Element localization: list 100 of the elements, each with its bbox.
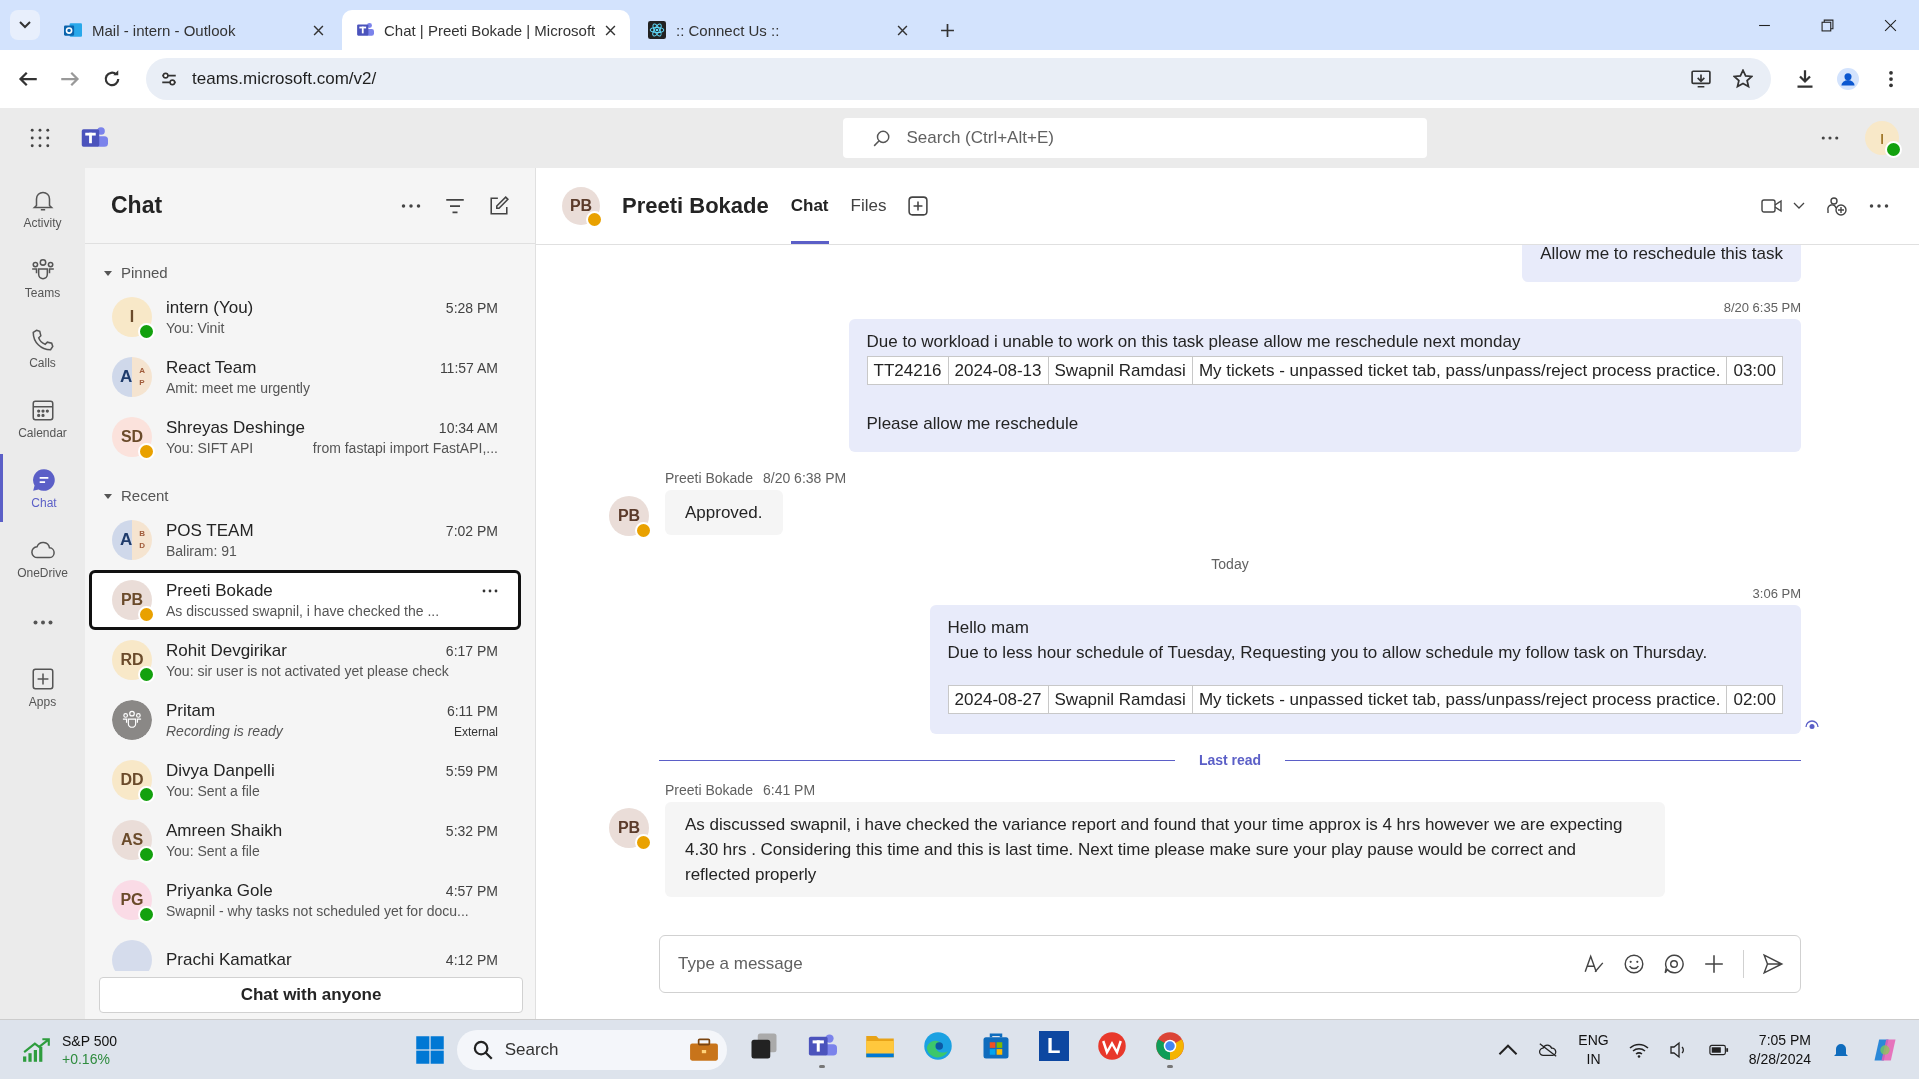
search-input[interactable]: Search (Ctrl+Alt+E) xyxy=(904,127,1409,149)
chat-list-item[interactable]: RD Rohit Devgirikar 6:17 PM You: sir user is not activated yet please check xyxy=(89,630,521,690)
date-divider: Today xyxy=(1211,556,1249,572)
mail-app-icon xyxy=(64,21,82,39)
avatar: SD xyxy=(112,417,152,457)
contact-name: React Team xyxy=(166,358,258,378)
chat-list-item[interactable]: Pritam 6:11 PM Recording is ready External xyxy=(89,690,521,750)
emoji-icon[interactable] xyxy=(1623,953,1645,975)
timestamp: 5:28 PM xyxy=(445,300,498,316)
avatar: PB xyxy=(609,808,649,848)
user-avatar[interactable]: I xyxy=(1865,121,1899,155)
add-people-icon[interactable] xyxy=(1827,196,1847,216)
chat-tab[interactable]: Files xyxy=(850,168,887,244)
tab-title: Chat | Preeti Bokade | Microsoft xyxy=(384,21,595,39)
send-icon[interactable] xyxy=(1762,953,1784,975)
contact-name: Shreyas Deshinge xyxy=(166,418,306,438)
chat-list-item[interactable]: SD Shreyas Deshinge 10:34 AM You: SIFT API from fastapi import FastAPI,... xyxy=(89,407,521,467)
chat-title: Preeti Bokade xyxy=(622,193,769,219)
chrome-icon[interactable] xyxy=(1154,1031,1185,1061)
browser-tab[interactable]: :: Connect Us :: xyxy=(634,10,922,50)
timestamp: 5:59 PM xyxy=(445,763,498,779)
nav-rail-item[interactable]: OneDrive xyxy=(0,524,85,592)
sender-name: Preeti Bokade xyxy=(665,782,753,798)
stock-name: S&P 500 xyxy=(62,1031,117,1050)
more-options-icon[interactable] xyxy=(482,589,498,593)
start-icon[interactable] xyxy=(414,1034,445,1065)
chat-list-item[interactable]: DD Divya Danpelli 5:59 PM You: Sent a file xyxy=(89,750,521,810)
message-text: Please allow me reschedule xyxy=(866,413,1080,435)
chat-with-anyone-button[interactable]: Chat with anyone xyxy=(99,977,523,1013)
stock-chart-icon xyxy=(22,1036,52,1063)
language-text[interactable]: ENG xyxy=(1578,1030,1609,1050)
add-icon[interactable] xyxy=(1703,953,1725,975)
avatar: PG xyxy=(112,880,152,920)
nav-rail-item[interactable]: Activity xyxy=(0,174,85,242)
contact-name: intern (You) xyxy=(166,298,255,318)
briefcase-icon xyxy=(688,1037,719,1062)
format-icon[interactable] xyxy=(1583,953,1605,975)
group-avatar-icon xyxy=(112,700,152,740)
add-tab-icon[interactable] xyxy=(908,196,929,216)
close-icon[interactable] xyxy=(1884,19,1897,32)
timestamp: 4:12 PM xyxy=(445,952,498,968)
timestamp: 5:32 PM xyxy=(445,823,498,839)
message-preview: Baliram: 91 xyxy=(166,543,238,559)
app-letter-icon[interactable]: L xyxy=(1038,1031,1069,1061)
video-call-icon[interactable] xyxy=(1761,196,1783,216)
more-apps-icon[interactable] xyxy=(32,620,53,625)
nav-rail-item[interactable]: Apps xyxy=(0,653,85,721)
table-cell: Swapnil Ramdasi xyxy=(1048,685,1193,714)
browser-tab[interactable]: Chat | Preeti Bokade | Microsoft xyxy=(342,10,630,50)
close-icon[interactable] xyxy=(605,24,616,36)
browser-tab[interactable]: Mail - intern - Outlook xyxy=(50,10,338,50)
search-bar[interactable]: Search (Ctrl+Alt+E) xyxy=(842,118,1427,158)
section-header[interactable]: Pinned xyxy=(89,244,521,287)
app-launcher-icon[interactable] xyxy=(30,128,50,148)
avatar: AS xyxy=(112,820,152,860)
section-header[interactable]: Recent xyxy=(89,467,521,510)
avatar: PB xyxy=(609,496,649,536)
search-input[interactable]: Search xyxy=(502,1038,679,1061)
nav-rail-item[interactable]: Calls xyxy=(0,314,85,382)
chat-list-item[interactable]: PB Preeti Bokade As discussed swapnil, i have checked the ... xyxy=(89,570,521,630)
restore-icon[interactable] xyxy=(1821,19,1834,32)
message-preview: You: sir user is not activated yet please check xyxy=(166,663,450,679)
message-preview: from fastapi import FastAPI,... xyxy=(312,440,498,456)
tab-search-button[interactable] xyxy=(10,10,40,40)
compose-icon[interactable] xyxy=(489,195,509,216)
url-text: teams.microsoft.com/v2/ xyxy=(192,69,377,89)
timestamp: 6:11 PM xyxy=(446,703,498,719)
message-text: Hello mam xyxy=(947,617,1030,639)
clock-date[interactable]: 8/28/2024 xyxy=(1748,1049,1811,1069)
new-tab-icon[interactable] xyxy=(940,23,955,38)
browser-icon[interactable] xyxy=(922,1031,953,1061)
nav-rail-item[interactable]: Teams xyxy=(0,244,85,312)
contact-name: Divya Danpelli xyxy=(166,761,276,781)
table-cell: 2024-08-13 xyxy=(948,356,1049,385)
timestamp: 4:57 PM xyxy=(445,883,498,899)
close-icon[interactable] xyxy=(313,24,324,36)
timestamp: 10:34 AM xyxy=(438,420,498,436)
chat-list-item[interactable]: I intern (You) 5:28 PM You: Vinit xyxy=(89,287,521,347)
office-app-icon[interactable] xyxy=(1096,1031,1127,1061)
search-bar[interactable]: Search xyxy=(456,1029,727,1070)
address-field[interactable]: teams.microsoft.com/v2/ xyxy=(146,58,1771,100)
chat-list-item[interactable]: AS Amreen Shaikh 5:32 PM You: Sent a file xyxy=(89,810,521,870)
away-status-icon xyxy=(635,522,652,539)
avatar: DD xyxy=(112,760,152,800)
contact-name: Preeti Bokade xyxy=(166,581,274,601)
close-icon[interactable] xyxy=(897,24,908,36)
chat-tab[interactable]: Chat xyxy=(790,168,829,244)
message-preview: You: SIFT API xyxy=(166,440,255,456)
table-cell: My tickets - unpassed ticket tab, pass/unpass/reject process practice. xyxy=(1192,685,1727,714)
nav-rail-item[interactable]: Calendar xyxy=(0,384,85,452)
sticker-icon[interactable] xyxy=(1663,953,1685,975)
region-text[interactable]: IN xyxy=(1586,1049,1601,1069)
message-preview: Recording is ready xyxy=(166,723,285,739)
message-preview: Swapnil - why tasks not scheduled yet for docu... xyxy=(166,903,470,919)
clock-time[interactable]: 7:05 PM xyxy=(1758,1030,1811,1050)
message-text: Allow me to reschedule this task xyxy=(1540,245,1783,265)
available-status-icon xyxy=(1885,141,1902,158)
more-options-icon[interactable] xyxy=(1821,135,1839,141)
chat-list-item[interactable]: PG Priyanka Gole 4:57 PM Swapnil - why tasks not scheduled yet for docu... xyxy=(89,870,521,930)
message-field[interactable]: Type a message xyxy=(659,935,1801,993)
